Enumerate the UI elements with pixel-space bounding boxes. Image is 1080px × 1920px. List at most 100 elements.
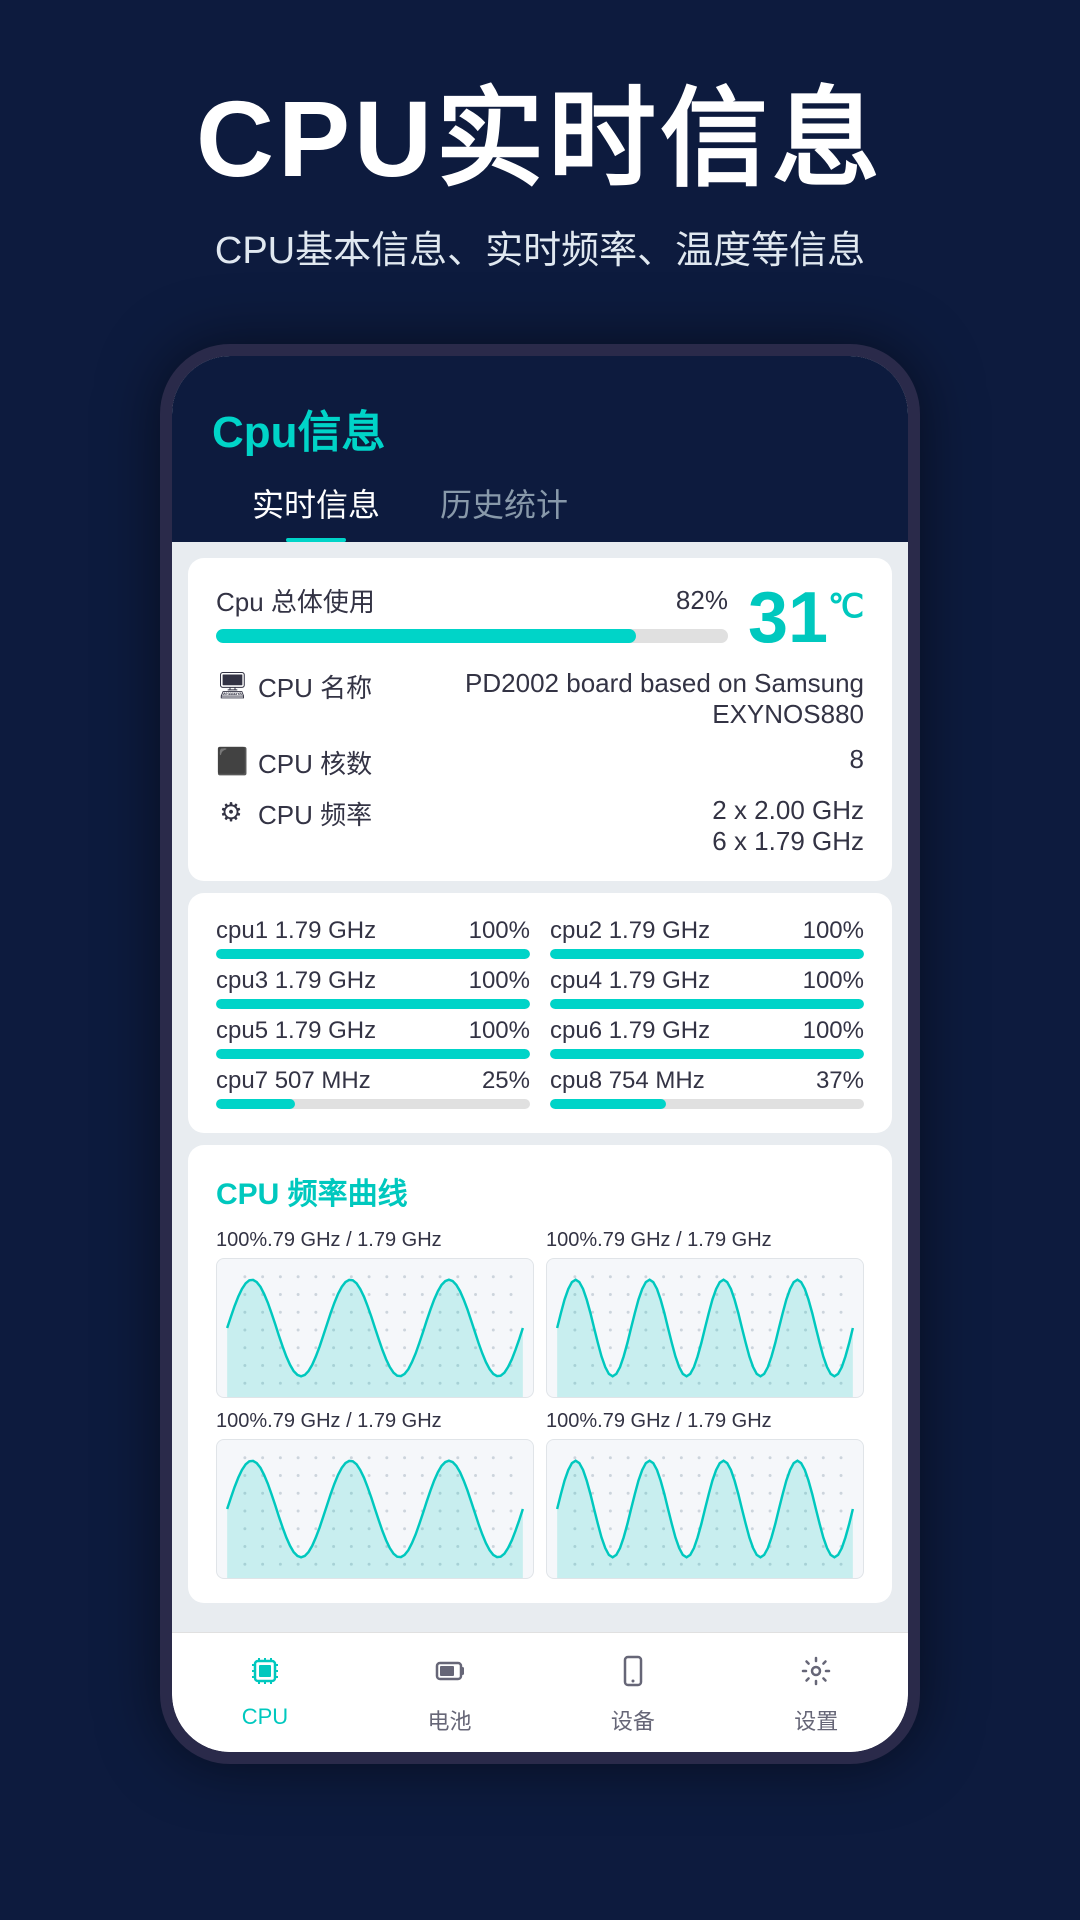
- cpu-usage-pct: 82%: [676, 585, 728, 616]
- freq-chart-3: 100%.79 GHz / 1.79 GHz: [546, 1410, 864, 1579]
- core-bar-bg-cpu6: [550, 1049, 864, 1059]
- cpu-nav-icon: [247, 1653, 283, 1698]
- core-label-cpu5: cpu5 1.79 GHz: [216, 1017, 376, 1045]
- settings-nav-icon: [798, 1653, 834, 1698]
- core-bar-fill-cpu3: [216, 999, 530, 1009]
- core-label-cpu6: cpu6 1.79 GHz: [550, 1017, 710, 1045]
- screen-content: Cpu 总体使用 82% 31℃: [172, 542, 908, 1632]
- cpu-freq-value: 2 x 2.00 GHz6 x 1.79 GHz: [390, 795, 864, 857]
- core-pct-cpu2: 100%: [803, 917, 864, 945]
- device-nav-icon: [615, 1653, 651, 1698]
- page-header: CPU实时信息 CPU基本信息、实时频率、温度等信息: [0, 0, 1080, 314]
- core-pct-cpu7: 25%: [482, 1067, 530, 1095]
- freq-charts-grid: 100%.79 GHz / 1.79 GHz 100%.79 GHz / 1.7…: [216, 1229, 864, 1579]
- nav-device-label: 设备: [611, 1704, 655, 1736]
- core-bar-bg-cpu8: [550, 1099, 864, 1109]
- cpu-usage-card: Cpu 总体使用 82% 31℃: [188, 558, 892, 881]
- tab-bar: 实时信息 历史统计: [212, 480, 868, 542]
- freq-label-top-0: 100%.79 GHz / 1.79 GHz: [216, 1229, 534, 1252]
- cpu-cores-value: 8: [390, 744, 864, 775]
- freq-label-top-3: 100%.79 GHz / 1.79 GHz: [546, 1410, 864, 1433]
- core-bar-bg-cpu1: [216, 949, 530, 959]
- phone-screen: Cpu信息 实时信息 历史统计 Cpu 总体使用 82%: [172, 356, 908, 1752]
- tab-realtime[interactable]: 实时信息: [252, 480, 380, 542]
- core-bar-bg-cpu2: [550, 949, 864, 959]
- cpu-grid-icon: ⬛: [216, 746, 246, 777]
- page-subtitle: CPU基本信息、实时频率、温度等信息: [40, 219, 1040, 274]
- freq-curve-card: CPU 频率曲线 100%.79 GHz / 1.79 GHz 100%.79 …: [188, 1145, 892, 1603]
- core-bar-fill-cpu1: [216, 949, 530, 959]
- core-item-cpu3: cpu3 1.79 GHz 100%: [216, 967, 530, 1009]
- core-item-cpu8: cpu8 754 MHz 37%: [550, 1067, 864, 1109]
- core-pct-cpu8: 37%: [816, 1067, 864, 1095]
- freq-canvas-1: [546, 1258, 864, 1398]
- core-pct-cpu6: 100%: [803, 1017, 864, 1045]
- cpu-cores-row: ⬛ CPU 核数 8: [216, 744, 864, 781]
- core-item-cpu2: cpu2 1.79 GHz 100%: [550, 917, 864, 959]
- cpu-cores-card: cpu1 1.79 GHz 100% cpu2 1.79 GHz 100% cp…: [188, 893, 892, 1133]
- core-bar-fill-cpu6: [550, 1049, 864, 1059]
- cpu-usage-progress-bg: [216, 629, 728, 643]
- core-bar-fill-cpu5: [216, 1049, 530, 1059]
- core-label-cpu2: cpu2 1.79 GHz: [550, 917, 710, 945]
- freq-curve-title: CPU 频率曲线: [216, 1169, 864, 1213]
- core-bar-fill-cpu8: [550, 1099, 666, 1109]
- core-pct-cpu1: 100%: [469, 917, 530, 945]
- freq-chart-2: 100%.79 GHz / 1.79 GHz: [216, 1410, 534, 1579]
- core-bar-bg-cpu4: [550, 999, 864, 1009]
- cpu-name-label: CPU 名称: [258, 668, 378, 705]
- core-bar-bg-cpu3: [216, 999, 530, 1009]
- freq-label-top-2: 100%.79 GHz / 1.79 GHz: [216, 1410, 534, 1433]
- nav-device[interactable]: 设备: [611, 1653, 655, 1736]
- page-title: CPU实时信息: [40, 80, 1040, 199]
- core-pct-cpu4: 100%: [803, 967, 864, 995]
- nav-cpu[interactable]: CPU: [242, 1653, 288, 1736]
- cpu-usage-progress-fill: [216, 629, 636, 643]
- core-label-cpu3: cpu3 1.79 GHz: [216, 967, 376, 995]
- core-label-cpu1: cpu1 1.79 GHz: [216, 917, 376, 945]
- core-label-cpu8: cpu8 754 MHz: [550, 1067, 705, 1095]
- nav-battery[interactable]: 电池: [428, 1653, 472, 1736]
- screen-header: Cpu信息 实时信息 历史统计: [172, 356, 908, 542]
- bottom-nav: CPU 电池: [172, 1632, 908, 1752]
- cpu-temperature: 31℃: [748, 582, 864, 654]
- core-pct-cpu3: 100%: [469, 967, 530, 995]
- freq-canvas-0: [216, 1258, 534, 1398]
- cpu-freq-label: CPU 频率: [258, 795, 378, 832]
- core-label-cpu4: cpu4 1.79 GHz: [550, 967, 710, 995]
- cpu-chip-icon: 🖥: [216, 670, 246, 701]
- core-item-cpu7: cpu7 507 MHz 25%: [216, 1067, 530, 1109]
- core-bar-fill-cpu4: [550, 999, 864, 1009]
- phone-mockup: Cpu信息 实时信息 历史统计 Cpu 总体使用 82%: [160, 344, 920, 1764]
- cpu-gear-icon: ⚙: [216, 797, 246, 828]
- core-bar-fill-cpu2: [550, 949, 864, 959]
- nav-cpu-label: CPU: [242, 1704, 288, 1730]
- tab-history[interactable]: 历史统计: [440, 480, 568, 542]
- screen-title: Cpu信息: [212, 396, 868, 460]
- nav-settings-label: 设置: [794, 1704, 838, 1736]
- cpu-freq-row: ⚙ CPU 频率 2 x 2.00 GHz6 x 1.79 GHz: [216, 795, 864, 857]
- core-item-cpu4: cpu4 1.79 GHz 100%: [550, 967, 864, 1009]
- freq-chart-1: 100%.79 GHz / 1.79 GHz: [546, 1229, 864, 1398]
- core-item-cpu6: cpu6 1.79 GHz 100%: [550, 1017, 864, 1059]
- core-item-cpu1: cpu1 1.79 GHz 100%: [216, 917, 530, 959]
- cores-grid: cpu1 1.79 GHz 100% cpu2 1.79 GHz 100% cp…: [216, 917, 864, 1109]
- core-bar-fill-cpu7: [216, 1099, 295, 1109]
- nav-battery-label: 电池: [428, 1704, 472, 1736]
- core-label-cpu7: cpu7 507 MHz: [216, 1067, 371, 1095]
- core-bar-bg-cpu7: [216, 1099, 530, 1109]
- phone-container: Cpu信息 实时信息 历史统计 Cpu 总体使用 82%: [0, 344, 1080, 1764]
- cpu-name-row: 🖥 CPU 名称 PD2002 board based on SamsungEX…: [216, 668, 864, 730]
- freq-canvas-3: [546, 1439, 864, 1579]
- freq-chart-0: 100%.79 GHz / 1.79 GHz: [216, 1229, 534, 1398]
- core-bar-bg-cpu5: [216, 1049, 530, 1059]
- freq-canvas-2: [216, 1439, 534, 1579]
- cpu-cores-label: CPU 核数: [258, 744, 378, 781]
- nav-settings[interactable]: 设置: [794, 1653, 838, 1736]
- cpu-usage-label: Cpu 总体使用: [216, 582, 375, 619]
- cpu-name-value: PD2002 board based on SamsungEXYNOS880: [390, 668, 864, 730]
- core-item-cpu5: cpu5 1.79 GHz 100%: [216, 1017, 530, 1059]
- core-pct-cpu5: 100%: [469, 1017, 530, 1045]
- freq-label-top-1: 100%.79 GHz / 1.79 GHz: [546, 1229, 864, 1252]
- battery-nav-icon: [432, 1653, 468, 1698]
